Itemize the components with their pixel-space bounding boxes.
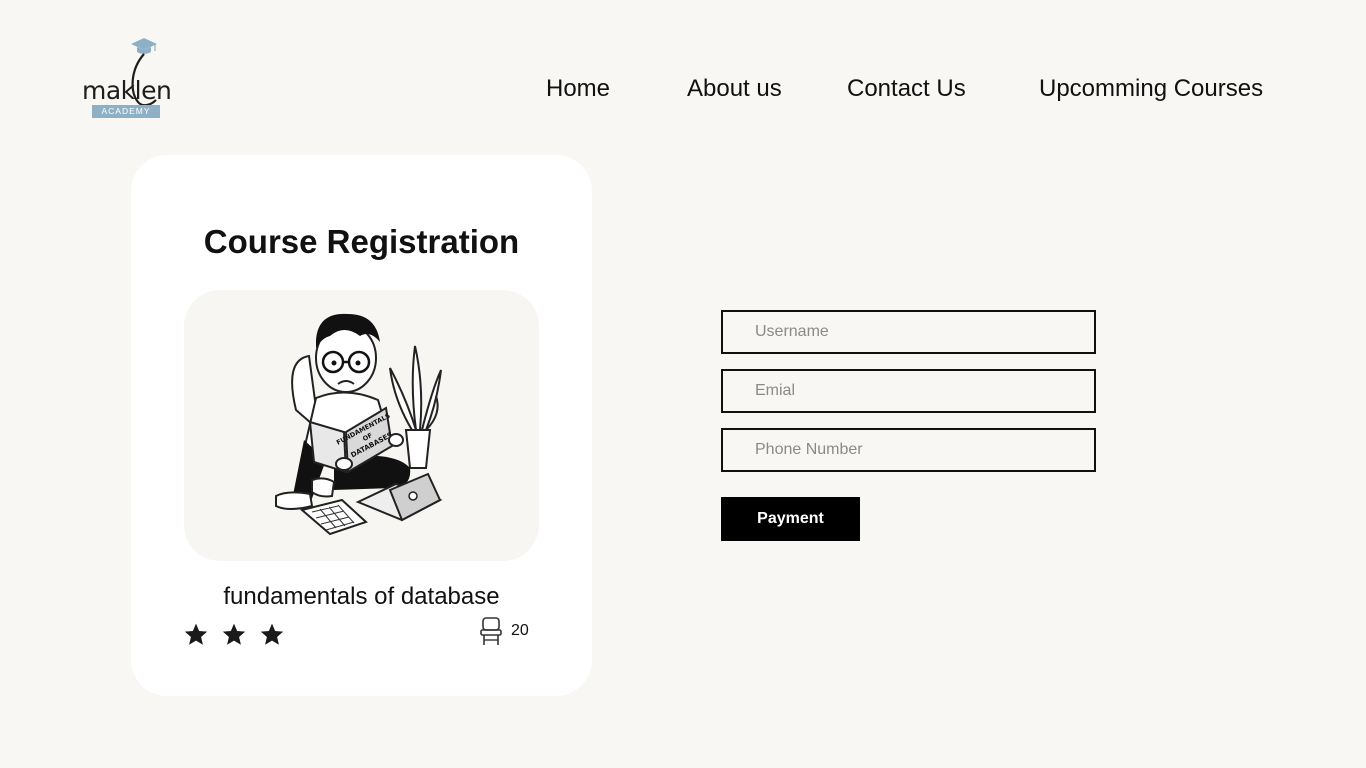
student-reading-illustration: FUNDAMENTALS OF DATABASES — [275, 313, 443, 536]
course-name: fundamentals of database — [223, 583, 500, 610]
course-rating — [183, 622, 285, 650]
payment-button[interactable]: Payment — [721, 497, 860, 541]
nav-about-us[interactable]: About us — [687, 74, 782, 104]
available-seats: 20 — [479, 615, 529, 647]
nav-home[interactable]: Home — [546, 74, 610, 104]
chair-icon — [480, 617, 502, 645]
page-title: Course Registration — [203, 223, 520, 260]
star-icon — [184, 623, 208, 645]
course-registration-page: maklen ACADEMY Home About us Contact Us … — [0, 0, 1366, 768]
star-icon — [260, 623, 284, 645]
star-icon — [222, 623, 246, 645]
seats-count: 20 — [511, 622, 529, 639]
main-nav: Home About us Contact Us Upcomming Cours… — [0, 74, 1366, 104]
course-illustration: FUNDAMENTALS OF DATABASES — [184, 290, 539, 561]
course-card: Course Registration FUNDAMENTALS OF DATA… — [131, 155, 592, 696]
email-input[interactable] — [721, 369, 1096, 413]
phone-number-input[interactable] — [721, 428, 1096, 472]
username-input[interactable] — [721, 310, 1096, 354]
nav-upcoming-courses[interactable]: Upcomming Courses — [1039, 74, 1263, 104]
brand-tagline: ACADEMY — [92, 105, 160, 118]
nav-contact-us[interactable]: Contact Us — [847, 74, 966, 104]
